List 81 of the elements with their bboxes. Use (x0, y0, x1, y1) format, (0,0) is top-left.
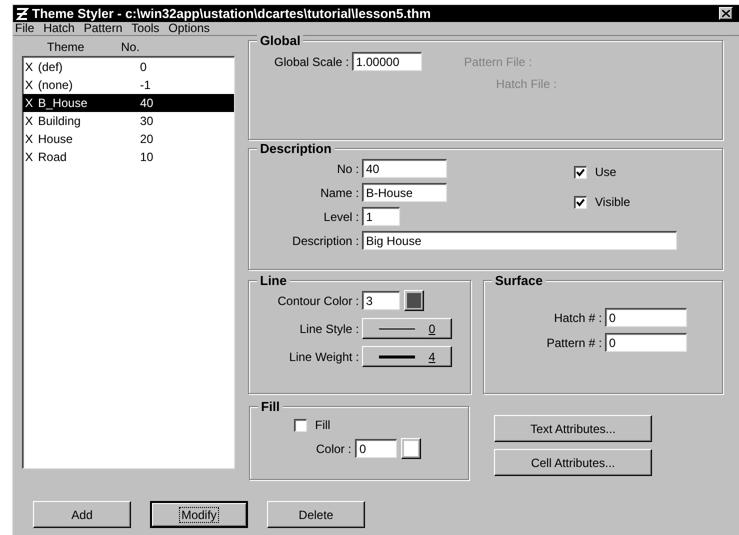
checkbox[interactable] (294, 418, 307, 432)
field-label: Hatch # : (552, 310, 603, 326)
close-button[interactable] (719, 7, 733, 20)
action-button[interactable]: Add (33, 501, 131, 528)
input-field[interactable]: 40 (362, 159, 447, 178)
input-field[interactable]: 1.00000 (352, 52, 422, 71)
checkbox-label: Use (595, 164, 616, 181)
field-label: Description : (291, 232, 360, 250)
field-label: No : (336, 160, 360, 178)
checkbox-label: Fill (315, 417, 330, 434)
input-field[interactable]: 1 (362, 207, 400, 226)
theme-row[interactable]: X House 20 (23, 130, 234, 148)
checkbox-label: Visible (595, 194, 630, 211)
menu-item[interactable]: Pattern (84, 22, 122, 35)
group-title: Surface (492, 273, 546, 288)
menu-item[interactable]: Hatch (43, 22, 75, 35)
theme-number: 30 (140, 113, 154, 130)
theme-number: 10 (140, 149, 154, 166)
visibility-mark: X (24, 59, 34, 76)
visibility-mark: X (24, 77, 34, 94)
theme-row[interactable]: X Building 30 (23, 112, 234, 130)
theme-name: House (37, 131, 74, 148)
field-label: Hatch File : (496, 76, 557, 93)
visibility-mark: X (24, 113, 34, 130)
group-title: Description (257, 141, 335, 156)
input-field[interactable]: 0 (605, 333, 687, 352)
input-field[interactable]: Big House (362, 231, 677, 250)
column-header: No. (121, 39, 140, 56)
visibility-mark: X (24, 149, 34, 166)
group-title: Global (257, 33, 304, 48)
column-header: Theme (47, 39, 86, 56)
line-sample-icon (378, 326, 415, 330)
field-label: Name : (319, 184, 360, 202)
field-label: Global Scale : (273, 54, 350, 70)
group-title: Line (257, 273, 290, 288)
theme-name: Building (37, 113, 82, 130)
field-label: Color : (316, 440, 352, 458)
visibility-mark: X (24, 95, 34, 112)
close-icon (722, 10, 730, 17)
theme-number: -1 (140, 77, 151, 94)
menu-item[interactable]: File (15, 22, 34, 35)
line-weight-button[interactable]: 4 (362, 346, 452, 367)
theme-number: 0 (140, 59, 147, 76)
input-field[interactable]: 0 (355, 439, 398, 458)
app-logo-icon (15, 6, 29, 20)
line-style-button[interactable]: 0 (362, 318, 452, 339)
attributes-button[interactable]: Text Attributes... (494, 415, 652, 442)
theme-name: (def) (37, 59, 64, 76)
theme-row[interactable]: X B_House 40 (23, 94, 234, 112)
theme-number: 40 (140, 95, 154, 112)
window-title: Theme Styler - c:\win32app\ustation\dcartes\tutorial\lesson5.thm (32, 4, 432, 23)
color-fill (407, 293, 421, 308)
color-swatch[interactable] (401, 438, 422, 459)
line-sample-icon (378, 354, 415, 358)
input-field[interactable]: B-House (362, 183, 447, 202)
theme-row[interactable]: X Road 10 (23, 148, 234, 166)
theme-row[interactable]: X (def) 0 (23, 58, 234, 76)
action-button[interactable]: Modify (150, 501, 248, 528)
color-fill (404, 441, 418, 456)
action-button[interactable]: Delete (267, 501, 365, 528)
menu-item[interactable]: Options (168, 22, 210, 35)
visibility-mark: X (24, 131, 34, 148)
color-swatch[interactable] (404, 290, 424, 311)
theme-name: B_House (37, 95, 88, 112)
theme-name: (none) (37, 77, 74, 94)
checkbox[interactable] (574, 196, 587, 208)
attributes-button[interactable]: Cell Attributes... (494, 449, 652, 476)
field-label: Pattern # : (546, 334, 603, 352)
theme-name: Road (37, 149, 68, 166)
group-title: Fill (258, 399, 283, 414)
field-label: Pattern File : (464, 54, 532, 70)
field-label: Contour Color : (276, 292, 360, 310)
menu-item[interactable]: Tools (131, 22, 160, 35)
theme-row[interactable]: X (none) -1 (23, 76, 234, 94)
field-label: Line Weight : (288, 348, 360, 366)
theme-number: 20 (140, 131, 154, 148)
checkbox[interactable] (574, 166, 587, 178)
field-label: Level : (322, 208, 360, 226)
input-field[interactable]: 3 (362, 291, 400, 310)
field-label: Line Style : (298, 320, 360, 338)
input-field[interactable]: 0 (605, 308, 687, 327)
